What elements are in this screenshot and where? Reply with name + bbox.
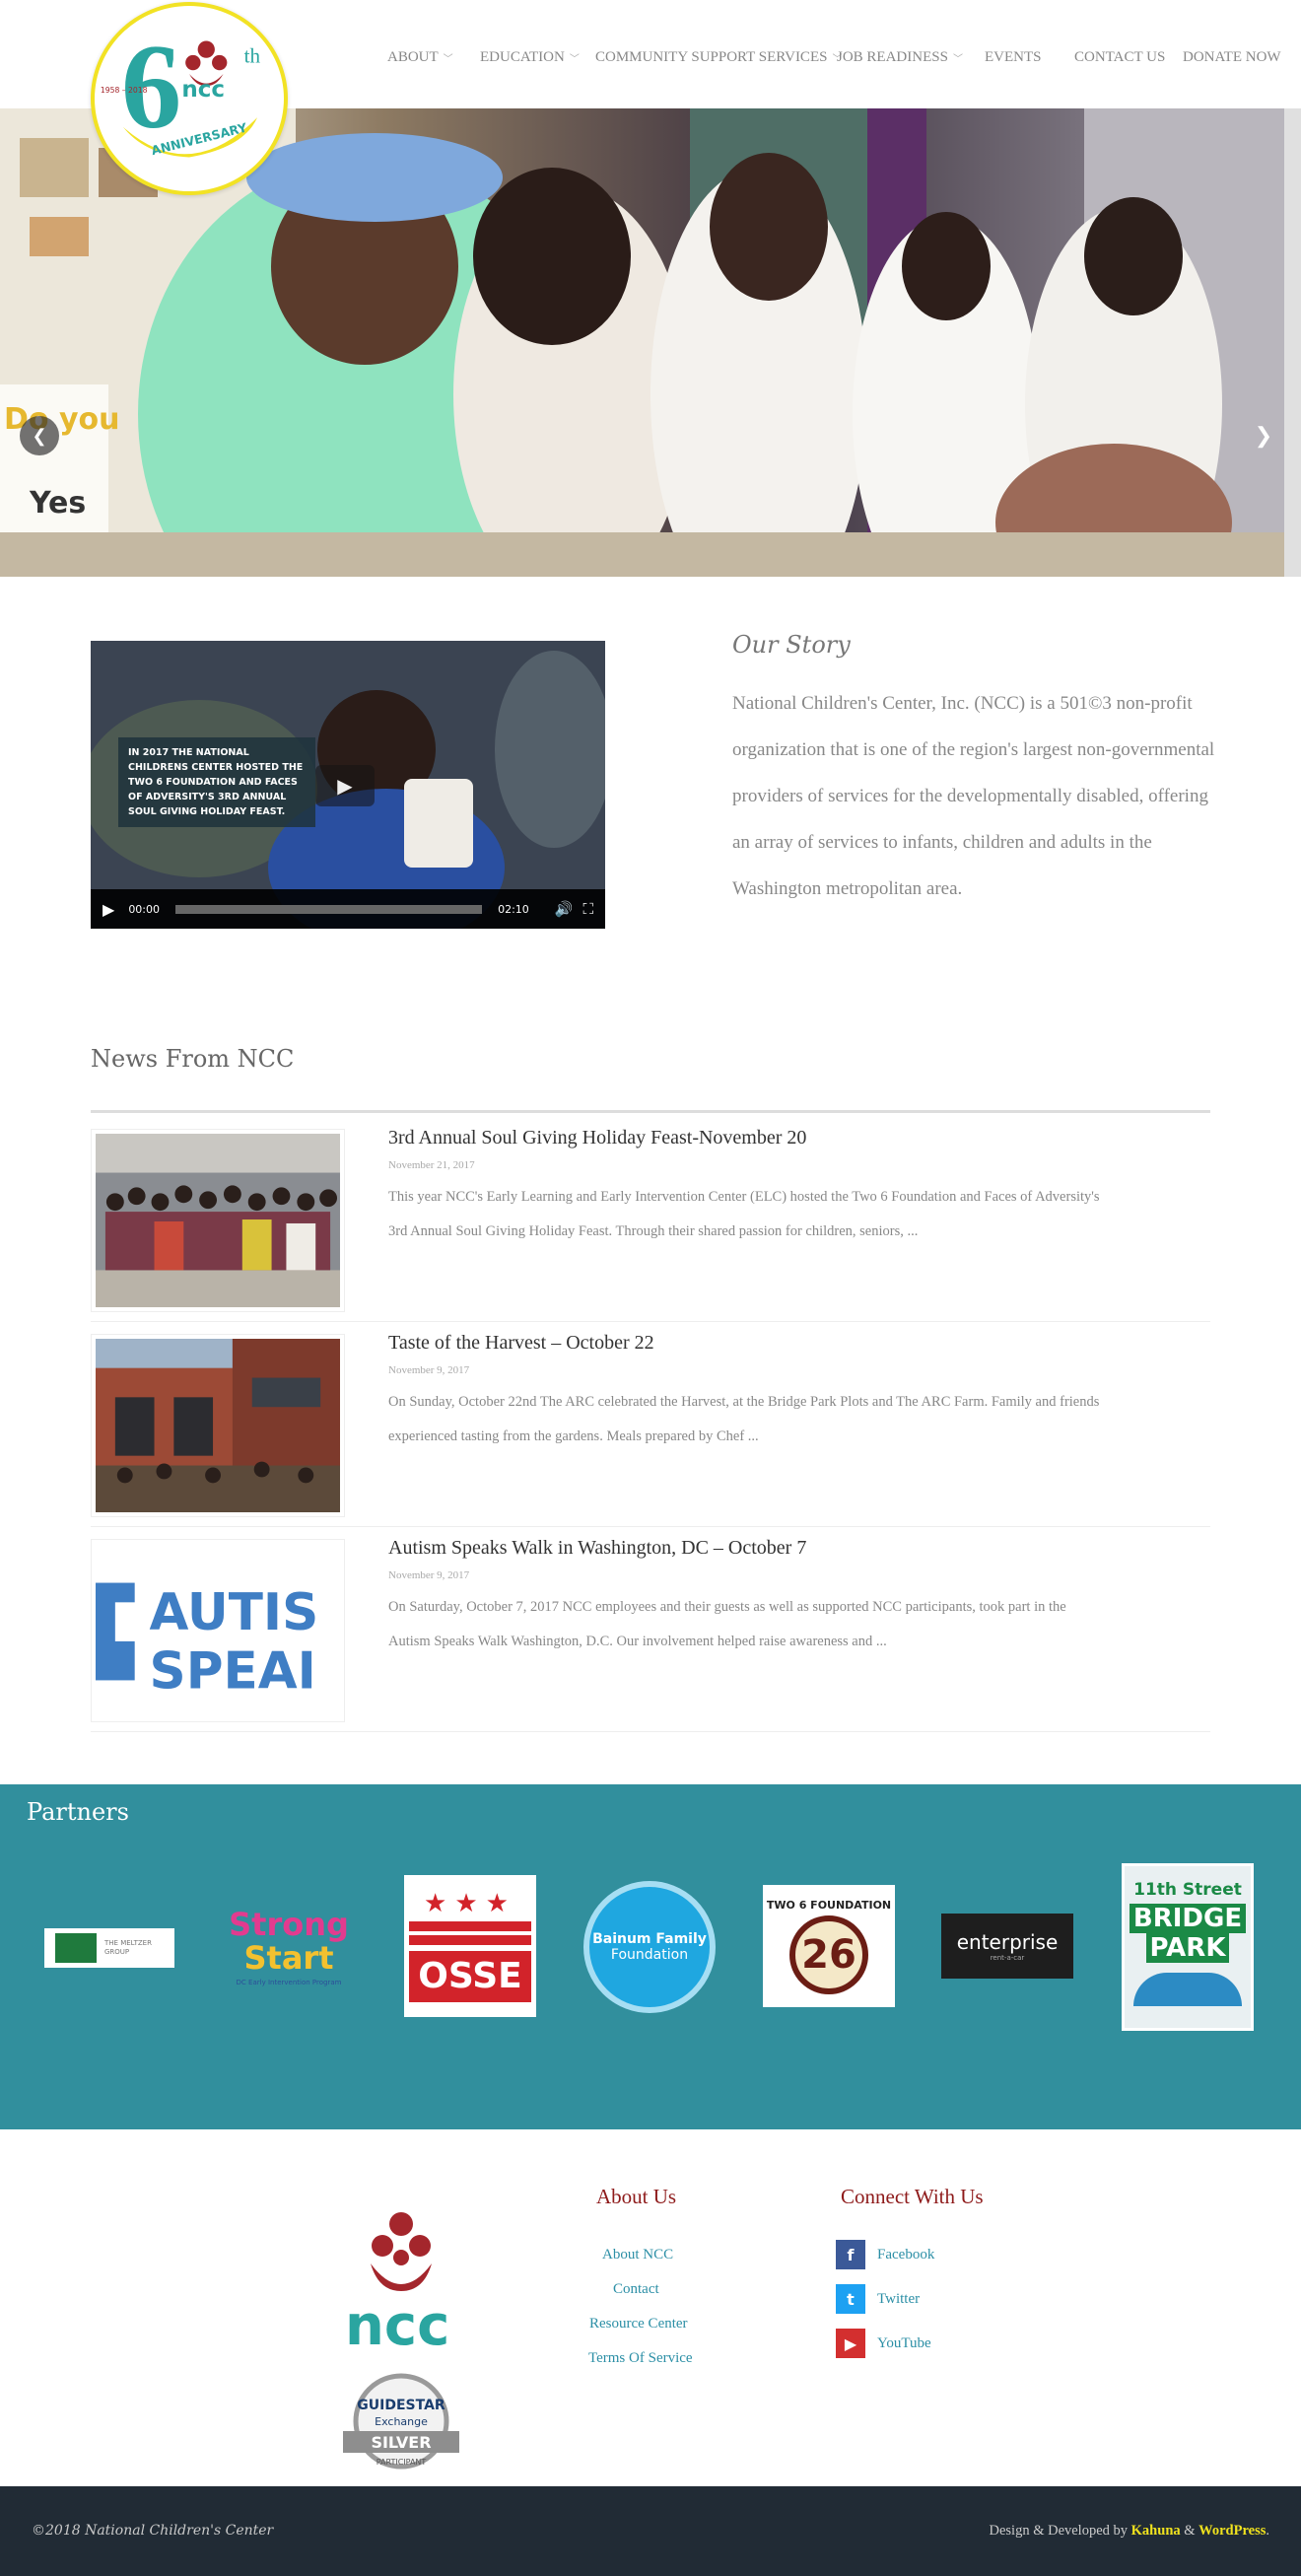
story-title: Our Story: [732, 631, 851, 659]
news-thumbnail[interactable]: AUTIS SPEAI: [91, 1539, 345, 1722]
chevron-down-icon: ﹀: [443, 54, 453, 65]
connect-heading: Connect With Us: [841, 2185, 984, 2208]
svg-text:ncc: ncc: [345, 2294, 449, 2354]
news-date: November 9, 2017: [388, 1364, 470, 1376]
play-icon[interactable]: ▶: [103, 900, 114, 919]
video-caption: IN 2017 THE NATIONAL CHILDRENS CENTER HO…: [118, 737, 315, 827]
footer-link-contact[interactable]: Contact: [613, 2281, 659, 2298]
bridge-arch-icon: [1133, 1973, 1242, 2006]
partner-logo-two6[interactable]: TWO 6 FOUNDATION 26: [763, 1885, 895, 2007]
svg-text:ncc: ncc: [181, 77, 225, 103]
news-image-harvest: [96, 1339, 340, 1512]
partner-logo-enterprise[interactable]: enterprise rent-a-car: [941, 1914, 1073, 1979]
svg-text:SPEAI: SPEAI: [150, 1641, 316, 1701]
news-item: Taste of the Harvest – October 22 Novemb…: [91, 1322, 1210, 1527]
svg-text:SILVER: SILVER: [371, 2433, 431, 2452]
chevron-left-icon: ❮: [32, 425, 47, 447]
nav-education[interactable]: EDUCATION ﹀: [480, 49, 595, 66]
partner-logo-bainum[interactable]: Bainum Family Foundation: [583, 1881, 716, 2013]
story-text: National Children's Center, Inc. (NCC) i…: [732, 693, 1215, 899]
svg-text:PARTICIPANT: PARTICIPANT: [377, 2458, 427, 2467]
credits-text: Design & Developed by Kahuna & WordPress…: [989, 2523, 1269, 2539]
footer-link-terms[interactable]: Terms Of Service: [588, 2350, 693, 2367]
chevron-down-icon: ﹀: [569, 54, 580, 65]
svg-text:AUTIS: AUTIS: [150, 1583, 319, 1642]
svg-text:th: th: [244, 44, 261, 68]
nav-job-readiness[interactable]: JOB READINESS ﹀: [837, 49, 985, 66]
nav-community-support-services[interactable]: COMMUNITY SUPPORT SERVICES ﹀: [595, 49, 842, 66]
partner-logo-meltzer[interactable]: THE MELTZER GROUP: [44, 1928, 174, 1968]
footer-link-resource-center[interactable]: Resource Center: [589, 2316, 688, 2332]
youtube-icon: ▶: [836, 2329, 865, 2358]
svg-text:1958 – 2018: 1958 – 2018: [101, 86, 148, 95]
guidestar-badge-graphic: GUIDESTAR Exchange SILVER PARTICIPANT: [343, 2373, 459, 2470]
anniversary-logo-graphic: 6 ncc th 1958 – 2018 ANNIVERSARY: [101, 20, 261, 158]
video-progress-bar[interactable]: [175, 904, 483, 914]
news-thumbnail[interactable]: [91, 1129, 345, 1312]
meltzer-mark-icon: [55, 1933, 97, 1963]
about-us-heading: About Us: [596, 2185, 677, 2208]
chevron-right-icon: ❯: [1254, 423, 1273, 449]
partners-title: Partners: [27, 1798, 129, 1826]
news-item: AUTIS SPEAI Autism Speaks Walk in Washin…: [91, 1527, 1210, 1732]
partner-logo-bridge-park[interactable]: 11th Street BRIDGE PARK: [1122, 1863, 1254, 2031]
footer-ncc-logo[interactable]: ncc: [335, 2206, 467, 2358]
news-excerpt: This year NCC's Early Learning and Early…: [388, 1189, 1100, 1239]
news-image-autism-speaks: AUTIS SPEAI: [96, 1544, 340, 1717]
news-excerpt: On Saturday, October 7, 2017 NCC employe…: [388, 1599, 1066, 1649]
partner-logo-osse[interactable]: ★★★ OSSE: [404, 1875, 536, 2017]
social-link-facebook[interactable]: f Facebook: [836, 2240, 934, 2269]
news-divider: [91, 1110, 1210, 1113]
dc-flag-stars-icon: ★★★: [424, 1889, 516, 1918]
chevron-down-icon: ﹀: [952, 54, 963, 65]
svg-text:Exchange: Exchange: [375, 2415, 428, 2428]
credit-link-kahuna[interactable]: Kahuna: [1131, 2523, 1181, 2539]
news-headline[interactable]: Taste of the Harvest – October 22: [388, 1332, 654, 1355]
nav-donate-now[interactable]: DONATE NOW: [1183, 49, 1281, 66]
video-controls: ▶ 00:00 02:10 🔊 ⛶: [91, 889, 605, 929]
nav-about[interactable]: ABOUT ﹀: [387, 49, 480, 66]
news-excerpt: On Sunday, October 22nd The ARC celebrat…: [388, 1394, 1100, 1444]
video-duration: 02:10: [498, 902, 529, 916]
site-footer: ncc GUIDESTAR Exchange SILVER PARTICIPAN…: [0, 2129, 1301, 2486]
play-icon: ▶: [337, 774, 353, 798]
nav-events[interactable]: EVENTS: [985, 49, 1074, 66]
page-scrollbar[interactable]: [1284, 108, 1301, 577]
news-headline[interactable]: Autism Speaks Walk in Washington, DC – O…: [388, 1537, 806, 1560]
social-link-youtube[interactable]: ▶ YouTube: [836, 2329, 931, 2358]
social-link-twitter[interactable]: t Twitter: [836, 2284, 920, 2314]
svg-text:Yes: Yes: [29, 486, 86, 521]
volume-icon[interactable]: 🔊: [555, 900, 574, 918]
footer-link-about-ncc[interactable]: About NCC: [602, 2247, 673, 2263]
main-nav: ABOUT ﹀ EDUCATION ﹀ COMMUNITY SUPPORT SERV…: [387, 49, 1281, 66]
credit-link-wordpress[interactable]: WordPress: [1198, 2523, 1266, 2539]
news-section-title: News From NCC: [91, 1045, 295, 1073]
news-item: 3rd Annual Soul Giving Holiday Feast-Nov…: [91, 1117, 1210, 1322]
video-play-button[interactable]: ▶: [315, 765, 375, 806]
site-logo[interactable]: 6 ncc th 1958 – 2018 ANNIVERSARY: [91, 2, 288, 195]
slider-next-button[interactable]: ❯: [1244, 416, 1283, 455]
video-current-time: 00:00: [128, 902, 161, 916]
svg-text:GUIDESTAR: GUIDESTAR: [357, 2398, 445, 2413]
nav-contact-us[interactable]: CONTACT US: [1074, 49, 1183, 66]
copyright-text: ©2018 National Children's Center: [32, 2523, 274, 2539]
news-thumbnail[interactable]: [91, 1334, 345, 1517]
facebook-icon: f: [836, 2240, 865, 2269]
slider-prev-button[interactable]: ❮: [20, 416, 59, 455]
news-image-holiday-feast: [96, 1134, 340, 1307]
twitter-icon: t: [836, 2284, 865, 2314]
guidestar-badge[interactable]: GUIDESTAR Exchange SILVER PARTICIPANT: [341, 2372, 461, 2474]
ncc-family-icon: ncc: [345, 2212, 449, 2358]
partners-section: Partners THE MELTZER GROUP Strong Start …: [0, 1784, 1301, 2129]
bottom-bar: ©2018 National Children's Center Design …: [0, 2486, 1301, 2576]
fullscreen-icon[interactable]: ⛶: [582, 900, 593, 918]
partner-logo-strong-start[interactable]: Strong Start DC Early Intervention Progr…: [225, 1895, 353, 1999]
site-header: 6 ncc th 1958 – 2018 ANNIVERSARY ABOUT ﹀ …: [0, 0, 1301, 195]
news-headline[interactable]: 3rd Annual Soul Giving Holiday Feast-Nov…: [388, 1127, 806, 1149]
news-date: November 9, 2017: [388, 1569, 470, 1581]
story-video-player[interactable]: IN 2017 THE NATIONAL CHILDRENS CENTER HO…: [91, 641, 605, 929]
news-date: November 21, 2017: [388, 1159, 475, 1171]
